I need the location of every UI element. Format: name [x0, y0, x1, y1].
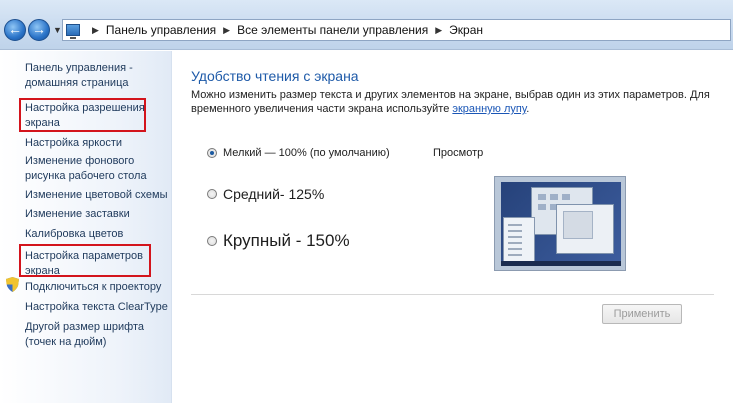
sidebar-item-projector[interactable]: Подключиться к проектору — [25, 280, 170, 295]
history-dropdown-icon[interactable]: ▼ — [53, 25, 62, 35]
description-text: Можно изменить размер текста и других эл… — [191, 89, 710, 115]
sidebar: Панель управления - домашняя страница На… — [0, 51, 172, 403]
radio-large[interactable] — [207, 236, 217, 246]
preview-label: Просмотр — [433, 147, 484, 159]
shield-icon — [6, 277, 19, 292]
forward-button[interactable]: → — [28, 19, 50, 41]
magnifier-link[interactable]: экранную лупу — [452, 103, 526, 115]
sidebar-item-wallpaper[interactable]: Изменение фонового рисунка рабочего стол… — [25, 154, 170, 184]
highlight-box — [19, 98, 146, 132]
divider — [191, 294, 714, 295]
radio-small[interactable] — [207, 148, 217, 158]
control-panel-icon — [66, 24, 80, 39]
breadcrumb-control-panel[interactable]: Панель управления — [106, 23, 216, 37]
sidebar-item-dpi[interactable]: Другой размер шрифта (точек на дюйм) — [25, 320, 170, 350]
highlight-box — [19, 244, 151, 277]
option-large[interactable]: Крупный - 150% — [207, 231, 350, 251]
sidebar-item-screensaver[interactable]: Изменение заставки — [25, 207, 170, 222]
apply-button[interactable]: Применить — [602, 304, 682, 324]
arrow-right-icon: → — [32, 21, 46, 37]
preview-taskbar — [501, 261, 621, 266]
preview-image — [494, 176, 626, 271]
option-small[interactable]: Мелкий — 100% (по умолчанию) — [207, 147, 390, 159]
option-small-label: Мелкий — 100% (по умолчанию) — [223, 147, 390, 159]
chevron-right-icon[interactable]: ▶ — [223, 25, 230, 36]
breadcrumb-display[interactable]: Экран — [449, 23, 483, 37]
preview-start-menu — [503, 217, 535, 263]
breadcrumb-all-items[interactable]: Все элементы панели управления — [237, 23, 428, 37]
chevron-right-icon[interactable]: ▶ — [92, 25, 99, 36]
sidebar-item-color-scheme[interactable]: Изменение цветовой схемы — [25, 188, 170, 203]
chevron-right-icon[interactable]: ▶ — [435, 25, 442, 36]
description-suffix: . — [526, 103, 530, 115]
sidebar-item-cleartype[interactable]: Настройка текста ClearType — [25, 300, 170, 315]
sidebar-item-calibrate-colors[interactable]: Калибровка цветов — [25, 227, 170, 242]
address-bar[interactable]: ▶ Панель управления ▶ Все элементы панел… — [62, 19, 731, 41]
option-large-label: Крупный - 150% — [223, 231, 350, 250]
page-title: Удобство чтения с экрана — [191, 68, 359, 84]
main-panel: Удобство чтения с экрана Можно изменить … — [172, 51, 733, 403]
address-toolbar: ← → ▼ ▶ Панель управления ▶ Все элементы… — [0, 0, 733, 50]
back-button[interactable]: ← — [4, 19, 26, 41]
description: Можно изменить размер текста и других эл… — [191, 88, 711, 116]
option-medium-label: Средний- 125% — [223, 186, 325, 202]
arrow-left-icon: ← — [8, 21, 22, 37]
option-medium[interactable]: Средний- 125% — [207, 186, 324, 202]
sidebar-item-home[interactable]: Панель управления - домашняя страница — [25, 61, 170, 91]
preview-window — [556, 204, 614, 254]
preview-screen — [501, 182, 621, 266]
radio-medium[interactable] — [207, 189, 217, 199]
sidebar-item-brightness[interactable]: Настройка яркости — [25, 136, 170, 151]
